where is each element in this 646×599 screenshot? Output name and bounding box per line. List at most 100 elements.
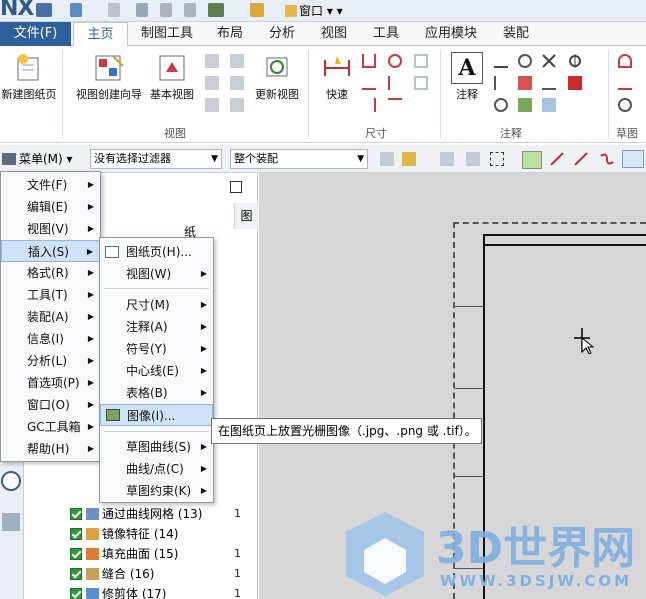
checkbox[interactable]: [70, 528, 82, 540]
break-view-icon[interactable]: [230, 76, 244, 90]
tree-row[interactable]: 镜像特征 (14): [70, 524, 256, 544]
curve-snap-icon[interactable]: [600, 152, 614, 166]
tab-drafting-tools[interactable]: 制图工具: [134, 22, 200, 46]
menu-item-sketch-constraint[interactable]: 草图约束(K) ▶: [100, 480, 213, 502]
half-section-icon[interactable]: [205, 98, 219, 112]
zoom-icon[interactable]: [494, 98, 508, 112]
cut-icon[interactable]: [136, 3, 148, 17]
maximize-icon[interactable]: [230, 181, 242, 193]
select-icon[interactable]: [440, 152, 454, 166]
menu-button[interactable]: 菜单(M) ▾: [2, 150, 73, 167]
menu-item-insert[interactable]: 插入(S) ▶: [1, 240, 100, 262]
perimeter-dimension-icon[interactable]: [388, 98, 402, 112]
box-select-icon[interactable]: [490, 152, 504, 166]
tab-layout[interactable]: 布局: [208, 22, 252, 46]
hatch-icon[interactable]: [568, 76, 582, 90]
menu-item-edit[interactable]: 编辑(E) ▶: [1, 196, 100, 218]
undo-icon[interactable]: [70, 3, 82, 17]
table-icon[interactable]: [542, 98, 556, 112]
arc-length-icon[interactable]: [414, 76, 428, 90]
tree-row[interactable]: 缝合 (16) 1: [70, 564, 256, 584]
history-icon[interactable]: [1, 471, 21, 491]
target-point-icon[interactable]: [568, 54, 582, 68]
checkbox[interactable]: [70, 508, 82, 520]
checkbox[interactable]: [70, 568, 82, 580]
point-snap-icon[interactable]: [522, 151, 542, 169]
image-icon[interactable]: [518, 98, 532, 112]
snap-icon[interactable]: [402, 152, 416, 166]
image-icon[interactable]: [208, 3, 224, 17]
touch-mode-icon[interactable]: [250, 3, 264, 17]
ordinate-dimension-icon[interactable]: [362, 98, 376, 112]
note-button[interactable]: A 注释: [446, 52, 488, 102]
tab-assembly[interactable]: 装配: [494, 22, 538, 46]
selection-filter-dropdown[interactable]: 没有选择过滤器 ▼: [90, 149, 222, 169]
detail-view-icon[interactable]: [230, 54, 244, 68]
chamfer-dimension-icon[interactable]: [362, 76, 376, 90]
menu-item-curve-point[interactable]: 曲线/点(C) ▶: [100, 458, 213, 480]
polyline-snap-icon[interactable]: [622, 150, 644, 168]
menu-item-assembly[interactable]: 装配(A) ▶: [1, 306, 100, 328]
thickness-dimension-icon[interactable]: [388, 76, 402, 90]
menu-item-centerline[interactable]: 中心线(E) ▶: [100, 360, 213, 382]
menu-item-tools[interactable]: 工具(T) ▶: [1, 284, 100, 306]
checkbox[interactable]: [70, 588, 82, 599]
tree-row[interactable]: 通过曲线网格 (13) 1: [70, 504, 256, 524]
menu-item-annotation[interactable]: 注释(A) ▶: [100, 316, 213, 338]
sketch-line-icon[interactable]: [618, 76, 632, 90]
tab-home[interactable]: 主页: [73, 22, 128, 46]
window-menu[interactable]: 窗口 ▾ ▾: [285, 2, 343, 19]
sketch-curve-icon[interactable]: [618, 54, 632, 68]
section-view-icon[interactable]: [205, 76, 219, 90]
menu-item-image[interactable]: 图像(I)...: [100, 404, 213, 426]
view-wizard-button[interactable]: 视图创建向导: [72, 52, 146, 102]
copy-icon[interactable]: [160, 3, 172, 17]
end-snap-icon[interactable]: [574, 152, 588, 166]
tree-row[interactable]: 填充曲面 (15) 1: [70, 544, 256, 564]
cross-icon[interactable]: [542, 54, 556, 68]
menu-item-gc-toolkit[interactable]: GC工具箱 ▶: [1, 416, 100, 438]
update-view-button[interactable]: 更新视图: [252, 52, 302, 102]
rapid-dimension-button[interactable]: 快速: [316, 52, 358, 102]
menu-item-view[interactable]: 视图(W) ▶: [100, 263, 213, 285]
tab-view[interactable]: 视图: [312, 22, 356, 46]
menu-item-sheet[interactable]: 图纸页(H)...: [100, 241, 213, 263]
radial-dimension-icon[interactable]: [388, 54, 402, 68]
deselect-icon[interactable]: [466, 152, 480, 166]
role-icon[interactable]: [2, 513, 20, 531]
tab-application[interactable]: 应用模块: [418, 22, 484, 46]
paste-icon[interactable]: [184, 3, 196, 17]
linear-dimension-icon[interactable]: [362, 54, 376, 68]
menu-item-symbol[interactable]: 符号(Y) ▶: [100, 338, 213, 360]
weld-symbol-icon[interactable]: [518, 76, 532, 90]
menu-item-preferences[interactable]: 首选项(P) ▶: [1, 372, 100, 394]
symbol-icon[interactable]: [494, 76, 508, 90]
base-view-button[interactable]: 基本视图: [148, 52, 196, 102]
menu-item-sketch-curve[interactable]: 草图曲线(S) ▶: [100, 436, 213, 458]
datum-feature-icon[interactable]: [518, 54, 532, 68]
tree-row[interactable]: 修剪体 (17) 1: [70, 584, 256, 599]
checkbox[interactable]: [70, 548, 82, 560]
save-icon[interactable]: [36, 3, 52, 17]
menu-item-dimension[interactable]: 尺寸(M) ▶: [100, 294, 213, 316]
selection-scope-dropdown[interactable]: 整个装配 ▼: [230, 149, 368, 169]
filter-icon[interactable]: [380, 152, 394, 166]
menu-item-info[interactable]: 信息(I) ▶: [1, 328, 100, 350]
tab-file[interactable]: 文件(F): [0, 22, 71, 46]
surface-finish-icon[interactable]: [542, 76, 556, 90]
tab-analysis[interactable]: 分析: [260, 22, 304, 46]
view-boundary-icon[interactable]: [230, 98, 244, 112]
sketch-circle-icon[interactable]: [618, 98, 632, 112]
angular-dimension-icon[interactable]: [414, 54, 428, 68]
menu-item-file[interactable]: 文件(F) ▶: [1, 174, 100, 196]
menu-item-help[interactable]: 帮助(H) ▶: [1, 438, 100, 460]
redo-icon[interactable]: [108, 3, 120, 17]
projected-view-icon[interactable]: [205, 54, 219, 68]
new-sheet-button[interactable]: 新建图纸页: [0, 52, 58, 102]
menu-item-window[interactable]: 窗口(O) ▶: [1, 394, 100, 416]
feature-control-icon[interactable]: [494, 54, 508, 68]
tab-tools[interactable]: 工具: [364, 22, 408, 46]
menu-item-format[interactable]: 格式(R) ▶: [1, 262, 100, 284]
menu-item-table[interactable]: 表格(B) ▶: [100, 382, 213, 404]
line-snap-icon[interactable]: [550, 152, 564, 166]
